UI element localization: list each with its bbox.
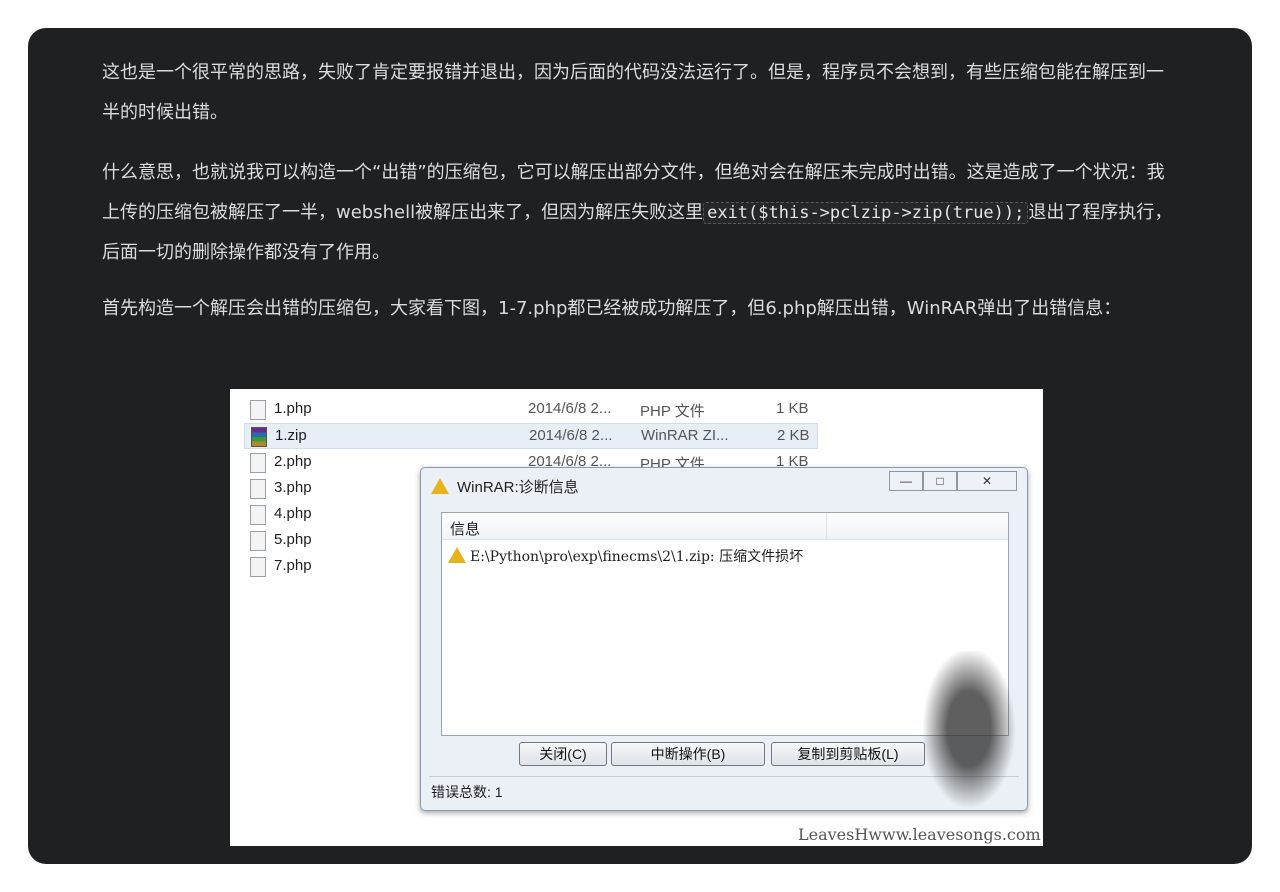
file-name: 1.zip — [275, 427, 307, 444]
file-name: 5.php — [274, 531, 312, 548]
file-name: 2.php — [274, 453, 312, 470]
php-file-icon — [250, 505, 266, 525]
winrar-archive-icon — [251, 427, 267, 447]
paragraph-3: 首先构造一个解压会出错的压缩包，大家看下图，1-7.php都已经被成功解压了，但… — [102, 298, 1122, 319]
close-window-button[interactable]: ✕ — [957, 471, 1017, 491]
column-divider — [826, 513, 827, 539]
file-date: 2014/6/8 2... — [529, 427, 613, 444]
column-header-info[interactable]: 信息 — [450, 518, 480, 539]
paragraph-2: 什么意思，也就说我可以构造一个“出错”的压缩包，它可以解压出部分文件，但绝对会在… — [102, 153, 1176, 273]
copy-to-clipboard-button[interactable]: 复制到剪贴板(L) — [771, 742, 925, 766]
file-name: 1.php — [274, 400, 312, 417]
file-row: 1.php 2014/6/8 2... PHP 文件 1 KB — [244, 397, 816, 421]
winrar-screenshot: 1.php 2014/6/8 2... PHP 文件 1 KB 1.zip 20… — [230, 389, 1043, 846]
warning-icon — [448, 547, 466, 563]
dialog-title: WinRAR:诊断信息 — [457, 479, 579, 496]
paragraph-1: 这也是一个很平常的思路，失败了肯定要报错并退出，因为后面的代码没法运行了。但是，… — [102, 62, 1164, 123]
file-name: 7.php — [274, 557, 312, 574]
php-file-icon — [250, 557, 266, 577]
php-file-icon — [250, 400, 266, 420]
article-card: 这也是一个很平常的思路，失败了肯定要报错并退出，因为后面的代码没法运行了。但是，… — [28, 28, 1252, 864]
list-header: 信息 — [442, 513, 1008, 540]
file-name: 3.php — [274, 479, 312, 496]
inline-code: exit($this->pclzip->zip(true)); — [703, 202, 1029, 224]
file-size: 1 KB — [776, 400, 809, 417]
dragon-watermark-logo — [914, 651, 1024, 823]
abort-button[interactable]: 中断操作(B) — [611, 742, 765, 766]
warning-icon — [431, 478, 449, 494]
php-file-icon — [250, 531, 266, 551]
close-button[interactable]: 关闭(C) — [519, 742, 607, 766]
watermark-text: LeavesHwww.leavesongs.com — [798, 825, 1041, 844]
file-size: 2 KB — [777, 427, 810, 444]
file-type: PHP 文件 — [640, 403, 705, 420]
file-name: 4.php — [274, 505, 312, 522]
file-row-selected: 1.zip 2014/6/8 2... WinRAR ZI... 2 KB — [244, 423, 818, 449]
minimize-button[interactable]: — — [889, 471, 923, 491]
file-type: WinRAR ZI... — [641, 427, 729, 444]
error-message[interactable]: E:\Python\pro\exp\finecms\2\1.zip: 压缩文件损… — [470, 546, 803, 566]
maximize-button[interactable]: □ — [923, 471, 957, 491]
file-date: 2014/6/8 2... — [528, 400, 612, 417]
error-count: 错误总数: 1 — [431, 784, 503, 800]
php-file-icon — [250, 453, 266, 473]
php-file-icon — [250, 479, 266, 499]
